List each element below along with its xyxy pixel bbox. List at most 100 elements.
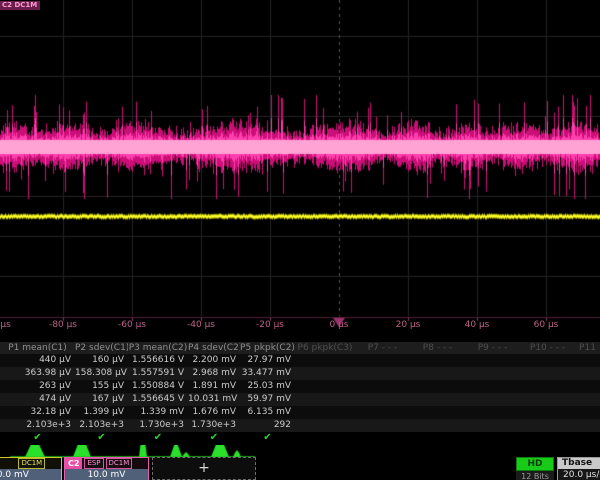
measurement-cell: [355, 419, 410, 432]
measurement-param-header[interactable]: P1 mean(C1): [0, 342, 75, 354]
measurement-cell: [520, 393, 575, 406]
measurement-cell: 167 µV: [75, 393, 128, 406]
c1-vdiv-value: 10.0 mV: [0, 469, 61, 480]
measurement-status-check-icon: ✔: [188, 432, 240, 445]
c2-coupling-badge: DC1M: [106, 458, 133, 469]
measurement-cell: 1.730e+3: [188, 419, 240, 432]
add-trace-button[interactable]: +: [152, 457, 256, 480]
c2-esp-badge: ESP: [84, 458, 103, 469]
measurement-cell: [465, 406, 520, 419]
measurement-param-header[interactable]: P2 sdev(C1): [75, 342, 128, 354]
measurement-cell: 32.18 µV: [0, 406, 75, 419]
measurement-cell: [575, 380, 600, 393]
measurement-cell: [520, 354, 575, 367]
hd-mode-indicator[interactable]: HD 12 Bits: [516, 457, 554, 480]
hd-badge-label: HD: [516, 457, 554, 471]
timebase-descriptor-box[interactable]: Tbase 20.0 µs/div: [557, 457, 600, 480]
measurement-cell: [465, 367, 520, 380]
measurement-cell: 59.97 mV: [240, 393, 295, 406]
measurement-cell: 2.103e+3: [75, 419, 128, 432]
measurement-param-header[interactable]: P11: [575, 342, 600, 354]
measurement-cell: [575, 419, 600, 432]
measurement-cell: 158.308 µV: [75, 367, 128, 380]
measurement-cell: 33.477 mV: [240, 367, 295, 380]
measurement-cell: [410, 354, 465, 367]
c2-descriptor-box[interactable]: C2 ESP DC1M 10.0 mV: [64, 457, 149, 480]
measurement-cell: 6.135 mV: [240, 406, 295, 419]
measurement-cell: 474 µV: [0, 393, 75, 406]
measurement-cell: 1.399 µV: [75, 406, 128, 419]
measurement-cell: [295, 367, 355, 380]
measurement-cell: 2.103e+3: [0, 419, 75, 432]
measurement-param-header[interactable]: P7 - - -: [355, 342, 410, 354]
measurement-cell: [295, 354, 355, 367]
measurement-cell: [295, 380, 355, 393]
measurement-cell: [410, 419, 465, 432]
measurement-cell: 2.200 mV: [188, 354, 240, 367]
measurement-cell: [355, 354, 410, 367]
measurement-cell: [465, 419, 520, 432]
measurement-cell: 155 µV: [75, 380, 128, 393]
measurement-param-header[interactable]: P8 - - -: [410, 342, 465, 354]
measurement-cell: [520, 419, 575, 432]
measurement-cell: [465, 393, 520, 406]
measurement-cell: 1.339 mV: [128, 406, 188, 419]
measurement-cell: 292: [240, 419, 295, 432]
measurement-status-check-icon: ✔: [0, 432, 75, 445]
measurement-cell: [575, 406, 600, 419]
measurement-cell: [575, 354, 600, 367]
measurement-cell: 363.98 µV: [0, 367, 75, 380]
measurement-cell: 263 µV: [0, 380, 75, 393]
measurement-cell: 1.676 mV: [188, 406, 240, 419]
measurement-cell: [410, 406, 465, 419]
measurement-cell: [355, 406, 410, 419]
measurement-cell: 1.891 mV: [188, 380, 240, 393]
axis-tick-label: 20 µs: [396, 320, 421, 330]
measurement-cell: [355, 380, 410, 393]
measurement-cell: [295, 393, 355, 406]
measurement-cell: [465, 380, 520, 393]
measurement-cell: 2.968 mV: [188, 367, 240, 380]
measurement-status-check-icon: ✔: [128, 432, 188, 445]
measurement-param-header[interactable]: P3 mean(C2): [128, 342, 188, 354]
measurement-param-header[interactable]: P10 - - -: [520, 342, 575, 354]
oscilloscope-screen: C2 DC1M -100 µs-80 µs-60 µs-40 µs-20 µs0…: [0, 0, 600, 480]
measurement-cell: [520, 380, 575, 393]
measurement-cell: 10.031 mV: [188, 393, 240, 406]
timebase-value: 20.0 µs/div: [558, 469, 600, 480]
measurement-cell: [410, 393, 465, 406]
hd-bits-label: 12 Bits: [516, 471, 554, 480]
measurement-cell: [355, 367, 410, 380]
axis-tick-label: 40 µs: [465, 320, 490, 330]
measurement-table: P1 mean(C1)P2 sdev(C1)P3 mean(C2)P4 sdev…: [0, 342, 600, 445]
measurement-cell: [520, 406, 575, 419]
c2-descriptor-header: C2 ESP DC1M: [65, 458, 148, 469]
measurement-status-check-icon: ✔: [75, 432, 128, 445]
measurement-cell: [410, 380, 465, 393]
axis-tick-label: -100 µs: [0, 320, 11, 330]
c2-channel-tag: C2: [65, 458, 82, 469]
measurement-param-header[interactable]: P6 pkpk(C3): [295, 342, 355, 354]
measurement-cell: [520, 367, 575, 380]
measurement-param-header[interactable]: P9 - - -: [465, 342, 520, 354]
measurement-cell: [575, 367, 600, 380]
measurement-cell: 160 µV: [75, 354, 128, 367]
c1-descriptor-box[interactable]: C1 DC1M 10.0 mV: [0, 457, 62, 480]
c1-descriptor-header: C1 DC1M: [0, 458, 61, 469]
axis-tick-label: -60 µs: [118, 320, 146, 330]
c2-vdiv-value: 10.0 mV: [65, 469, 148, 480]
measurement-cell: [465, 354, 520, 367]
measurement-cell: 1.557591 V: [128, 367, 188, 380]
measurement-cell: 27.97 mV: [240, 354, 295, 367]
measurement-cell: [575, 393, 600, 406]
axis-tick-label: -20 µs: [256, 320, 284, 330]
measurement-param-header[interactable]: P5 pkpk(C2): [240, 342, 295, 354]
measurement-param-header[interactable]: P4 sdev(C2): [188, 342, 240, 354]
measurement-status-check-icon: ✔: [240, 432, 295, 445]
c1-coupling-badge: DC1M: [18, 458, 45, 469]
measurement-cell: [355, 393, 410, 406]
measurement-cell: 1.730e+3: [128, 419, 188, 432]
measurement-cell: 1.550884 V: [128, 380, 188, 393]
measurement-cell: 25.03 mV: [240, 380, 295, 393]
measurement-cell: 440 µV: [0, 354, 75, 367]
